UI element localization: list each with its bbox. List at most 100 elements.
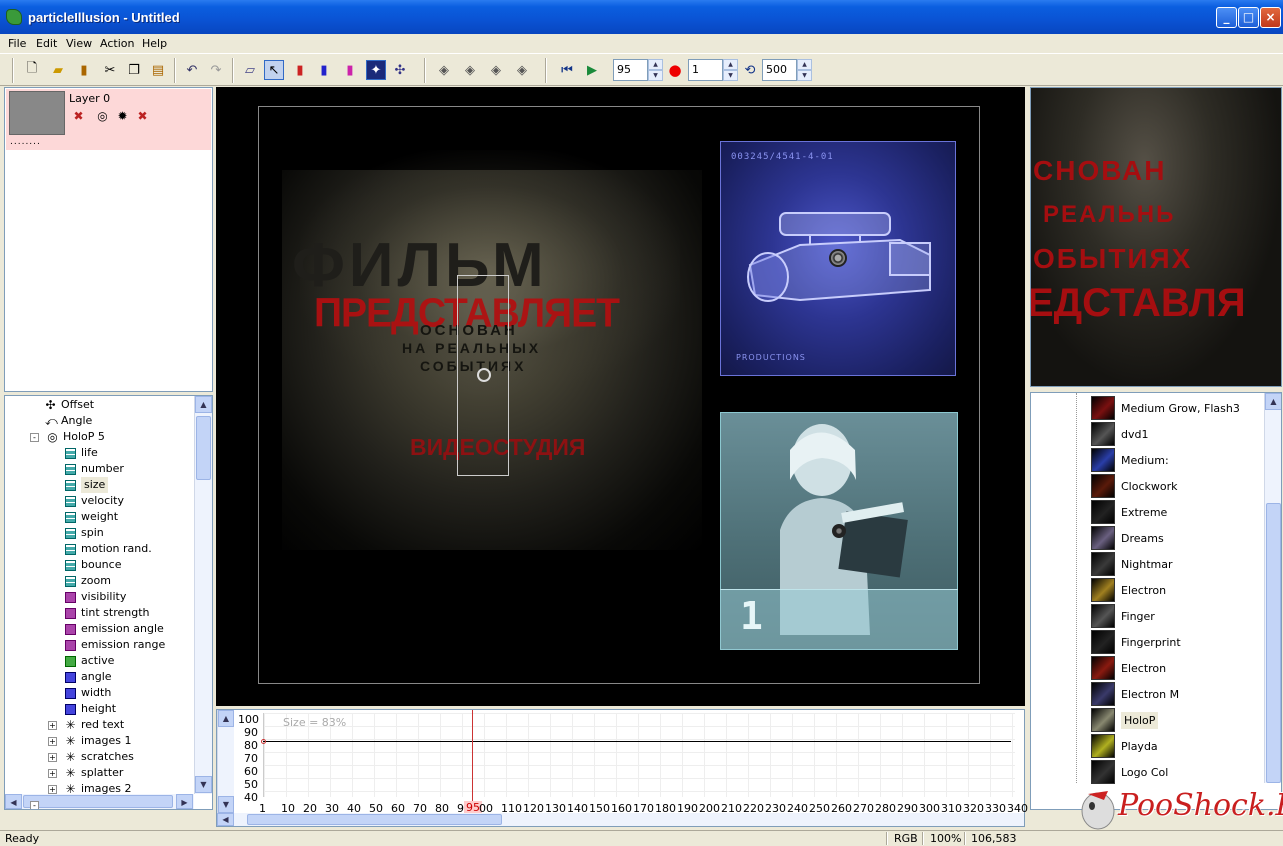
menu-help[interactable]: Help [138,35,171,52]
expand-icon[interactable]: + [48,769,57,778]
library-item[interactable]: Medium Grow, Flash3 [1091,395,1240,421]
expand-icon[interactable]: + [48,785,57,794]
curve-keyframe[interactable] [261,739,266,744]
scroll-up-icon[interactable]: ▲ [1265,393,1281,410]
tree-item[interactable]: zoom [65,573,111,589]
library-item[interactable]: Fingerprint [1091,629,1181,655]
layer-gear-icon[interactable]: ✹ [115,109,130,124]
redo-icon[interactable]: ↷ [206,60,226,80]
timeline-cursor[interactable] [472,710,473,803]
scroll-left-icon[interactable]: ◀ [5,794,22,809]
tree-item[interactable]: number [65,461,124,477]
layer-lock-icon[interactable]: ✖ [135,109,150,124]
tree-item[interactable]: motion rand. [65,541,152,557]
library-item[interactable]: HoloP [1091,707,1159,733]
timeline-vscrollbar[interactable]: ▲ ▼ [217,710,234,813]
library-item[interactable]: Medium: [1091,447,1169,473]
library-item[interactable]: dvd1 [1091,421,1148,447]
scroll-down-icon[interactable]: ▼ [218,796,234,813]
library-item[interactable]: Playda [1091,733,1158,759]
tree-item[interactable]: emission angle [65,621,164,637]
menu-action[interactable]: Action [96,35,138,52]
scroll-left-icon[interactable]: ◀ [217,813,234,826]
tree-item[interactable]: angle [65,669,112,685]
rewind-icon[interactable]: ⏮ [557,60,577,80]
tree-item[interactable]: height [65,701,116,717]
move-tool-icon[interactable]: ✣ [390,60,410,80]
menu-view[interactable]: View [62,35,96,52]
tree-item[interactable]: bounce [65,557,121,573]
star-tool-icon[interactable]: ✦ [366,60,386,80]
library-item[interactable]: Logo Col [1091,759,1168,785]
tree-item[interactable]: ✳ red text [65,717,124,733]
record-icon[interactable]: ● [665,60,685,80]
copy-icon[interactable]: ❐ [124,60,144,80]
menu-file[interactable]: File [4,35,30,52]
undo-icon[interactable]: ↶ [182,60,202,80]
cut-icon[interactable]: ✂ [100,60,120,80]
nav-right-icon[interactable]: ◈ [512,60,532,80]
library-item[interactable]: Electron [1091,577,1166,603]
library-item[interactable]: Finger [1091,603,1155,629]
step-input[interactable]: 1 [688,59,723,81]
camera-emitter-handle-icon[interactable] [829,249,847,267]
paste-icon[interactable]: ▤ [148,60,168,80]
tree-item[interactable]: tint strength [65,605,149,621]
maximize-button[interactable]: □ [1238,7,1259,28]
emitter-blue-icon[interactable]: ▮ [314,60,334,80]
emitter-red-icon[interactable]: ▮ [290,60,310,80]
save-icon[interactable]: ▮ [74,60,94,80]
tree-item[interactable]: width [65,685,111,701]
menu-edit[interactable]: Edit [32,35,61,52]
tree-item[interactable]: size [65,477,109,493]
tree-item[interactable]: weight [65,509,118,525]
tree-vscrollbar[interactable]: ▲ ▼ [194,396,212,794]
nav-left-icon[interactable]: ◈ [434,60,454,80]
collapse-icon[interactable]: - [30,433,39,442]
frame-input[interactable]: 95 [613,59,648,81]
emitter-handle-icon[interactable] [477,368,491,382]
tree-item[interactable]: life [65,445,98,461]
emitter-magenta-icon[interactable]: ▮ [340,60,360,80]
layer-tool-icon[interactable]: ▱ [240,60,260,80]
library-item[interactable]: Electron M [1091,681,1179,707]
size-curve[interactable] [263,741,1011,742]
tree-item[interactable]: active [65,653,114,669]
tree-item[interactable]: ✳ images 1 [65,733,131,749]
tree-item[interactable]: emission range [65,637,165,653]
scroll-down-icon[interactable]: ▼ [195,776,212,793]
tree-item[interactable]: ◎ HoloP 5 [47,429,105,445]
person-emitter-handle-icon[interactable] [832,524,846,538]
library-item[interactable]: Dreams [1091,525,1164,551]
tree-item[interactable]: ✳ scratches [65,749,133,765]
loop-icon[interactable]: ⟲ [740,60,760,80]
scroll-thumb[interactable] [1266,503,1281,783]
library-item[interactable]: Clockwork [1091,473,1178,499]
select-tool-icon[interactable]: ↖ [264,60,284,80]
step-spinner[interactable]: ▲ ▼ [723,59,738,81]
layer-target-icon[interactable]: ◎ [95,109,110,124]
nav-up-icon[interactable]: ◈ [460,60,480,80]
hscroll-thumb[interactable] [247,814,502,825]
tree-item[interactable]: velocity [65,493,124,509]
close-button[interactable]: × [1260,7,1281,28]
layer-name[interactable]: Layer 0 [69,92,110,105]
library-item[interactable]: Extreme [1091,499,1167,525]
tree-item[interactable]: ✣ Offset [45,397,94,413]
end-frame-spinner[interactable]: ▲ ▼ [797,59,812,81]
scroll-right-icon[interactable]: ▶ [176,794,193,809]
minimize-button[interactable]: _ [1216,7,1237,28]
layer-hide-icon[interactable]: ✖ [71,109,86,124]
tree-item[interactable]: ✳ splatter [65,765,123,781]
scroll-up-icon[interactable]: ▲ [218,710,234,727]
new-icon[interactable]: 🗋 [22,60,42,80]
open-icon[interactable]: ▰ [48,60,68,80]
scroll-up-icon[interactable]: ▲ [195,396,212,413]
play-icon[interactable]: ▶ [582,60,602,80]
collapse-icon[interactable]: - [30,801,39,809]
tree-item[interactable]: ⤺ Angle [45,413,92,429]
end-frame-input[interactable]: 500 [762,59,797,81]
expand-icon[interactable]: + [48,753,57,762]
timeline-graph[interactable]: ▲ ▼ Size = 83% 95 ◀ 100 90 80 70 60 50 40 1 10 20… [216,709,1028,827]
frame-spinner[interactable]: ▲ ▼ [648,59,663,81]
